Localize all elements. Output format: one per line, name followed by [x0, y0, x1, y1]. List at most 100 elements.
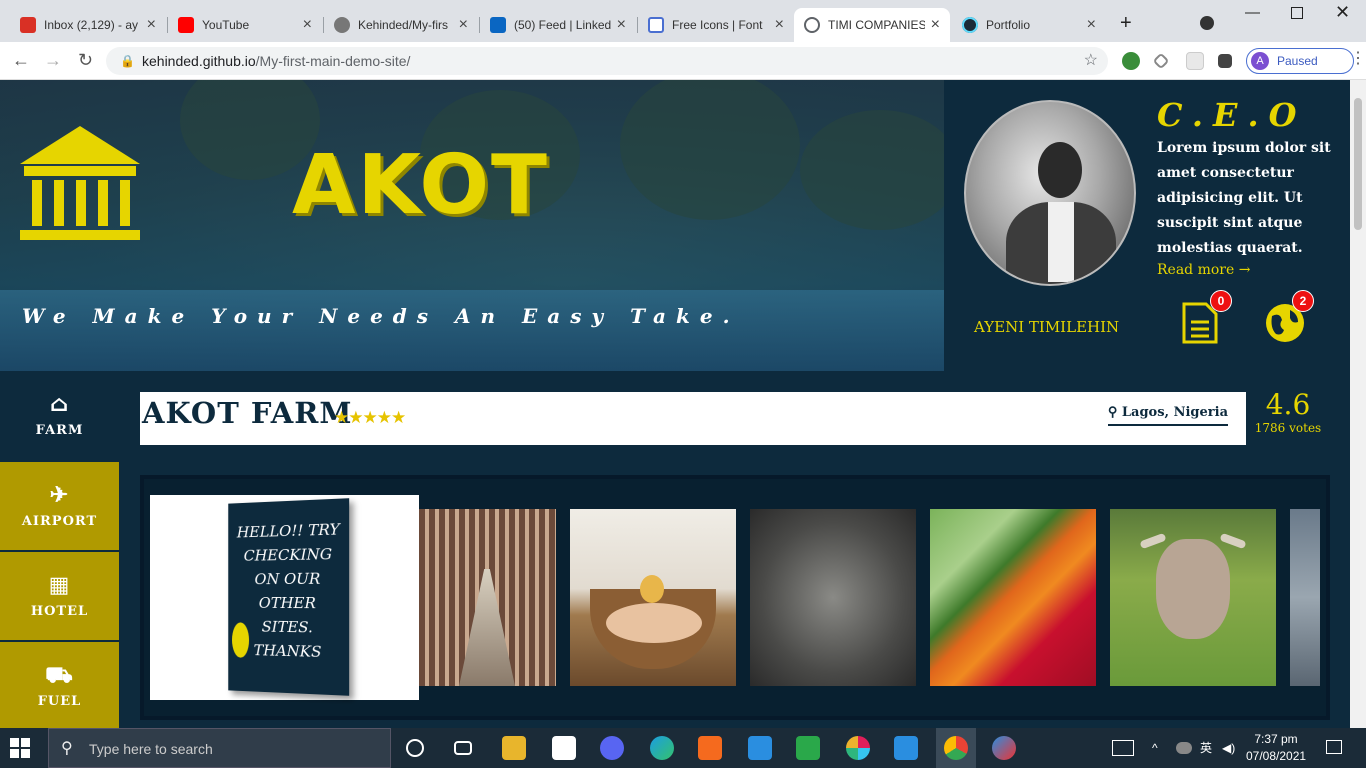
tab-label: Kehinded/My-firs: [358, 18, 449, 32]
close-icon[interactable]: ×: [459, 16, 468, 34]
back-icon[interactable]: ←: [12, 50, 30, 71]
windows-taskbar: ⚲ Type here to search ^ 英 ◀) 7:37 pm 07/…: [0, 728, 1366, 768]
map-pin-icon: ⚲: [1107, 405, 1118, 420]
star-rating: ★★★★★: [334, 408, 406, 427]
clock-date: 07/08/2021: [1246, 749, 1307, 763]
task-view-icon[interactable]: [454, 741, 472, 755]
slack-icon[interactable]: [846, 736, 870, 760]
read-more-link[interactable]: Read more →: [1157, 262, 1250, 278]
sidebar-item-label: FUEL: [37, 693, 82, 709]
tab-timi-companies[interactable]: TIMI COMPANIES ×: [794, 8, 950, 42]
scrollbar-thumb[interactable]: [1354, 98, 1362, 230]
gmail-icon: [20, 17, 36, 33]
web-page: AKOT We Make Your Needs An Easy Take. C.…: [0, 80, 1350, 728]
tab-github[interactable]: Kehinded/My-firs ×: [324, 8, 478, 42]
gallery-image-catfish[interactable]: [750, 509, 916, 686]
tab-label: (50) Feed | Linked: [514, 18, 611, 32]
extension-square-icon[interactable]: [1186, 52, 1204, 70]
gallery-image-vegetables[interactable]: [930, 509, 1096, 686]
sidebar-item-label: HOTEL: [30, 603, 89, 619]
ceo-bio: Lorem ipsum dolor sit amet consectetur a…: [1157, 140, 1331, 256]
notifications-icon[interactable]: [1326, 740, 1342, 754]
keyboard-icon[interactable]: [1112, 740, 1134, 756]
cloud-icon[interactable]: [1176, 742, 1192, 754]
edge-icon[interactable]: [650, 736, 674, 760]
extensions-puzzle-icon[interactable]: [1218, 54, 1232, 68]
chevron-up-icon[interactable]: ^: [1152, 728, 1158, 768]
sidebar-item-farm[interactable]: ⌂ FARM: [0, 371, 119, 460]
gallery-image-poultry-house[interactable]: [419, 509, 556, 686]
close-icon[interactable]: ×: [147, 16, 156, 34]
home-icon: ⌂: [49, 391, 70, 417]
page-scrollbar[interactable]: [1350, 80, 1366, 728]
url-bar[interactable]: 🔒 kehinded.github.io/My-first-main-demo-…: [106, 47, 1108, 75]
maximize-icon[interactable]: [1291, 7, 1303, 19]
tab-portfolio[interactable]: Portfolio ×: [952, 8, 1106, 42]
gallery-image-fish[interactable]: [1290, 509, 1320, 686]
close-icon[interactable]: ×: [303, 16, 312, 34]
close-icon[interactable]: ×: [931, 16, 940, 34]
vscode-icon[interactable]: [894, 736, 918, 760]
slogan: We Make Your Needs An Easy Take.: [22, 304, 740, 328]
sidebar-item-airport[interactable]: ✈ AIRPORT: [0, 462, 119, 551]
plane-icon: ✈: [49, 481, 70, 508]
windows-start-icon[interactable]: [10, 738, 30, 758]
close-icon[interactable]: ×: [1087, 16, 1096, 34]
profile-button[interactable]: A Paused: [1246, 48, 1354, 74]
tab-label: Free Icons | Font: [672, 18, 763, 32]
ceo-title: C.E.O: [1157, 96, 1307, 134]
mail-icon[interactable]: [748, 736, 772, 760]
close-icon[interactable]: ×: [617, 16, 626, 34]
network-icon[interactable]: 英: [1200, 728, 1212, 768]
bookmark-star-icon[interactable]: ☆: [1084, 47, 1098, 75]
bank-temple-icon: [20, 126, 140, 240]
search-placeholder: Type here to search: [89, 741, 213, 757]
tab-gmail[interactable]: Inbox (2,129) - ay ×: [10, 8, 166, 42]
ceo-panel: C.E.O Lorem ipsum dolor sit amet consect…: [944, 80, 1350, 371]
fiddler-icon[interactable]: [992, 736, 1016, 760]
reload-icon[interactable]: ↻: [78, 50, 93, 71]
youtube-icon: [178, 17, 194, 33]
documents-button[interactable]: 0: [1182, 290, 1232, 346]
photo-gallery: HELLO!! TRY CHECKING ON OUR OTHER SITES.…: [140, 475, 1330, 720]
avatar: A: [1251, 52, 1269, 70]
new-tab-button[interactable]: +: [1120, 12, 1132, 35]
extension-v-icon[interactable]: [1152, 52, 1170, 70]
sidebar-item-fuel[interactable]: ⛟ FUEL: [0, 642, 119, 728]
tab-label: Inbox (2,129) - ay: [44, 18, 139, 32]
rating-score: 4.6: [1265, 388, 1311, 421]
ceo-name: AYENI TIMILEHIN: [974, 318, 1120, 336]
url-path: /My-first-main-demo-site/: [255, 53, 411, 69]
tab-font-awesome[interactable]: Free Icons | Font ×: [638, 8, 794, 42]
cortana-icon[interactable]: [406, 739, 424, 757]
tab-youtube[interactable]: YouTube ×: [168, 8, 322, 42]
discord-icon[interactable]: [600, 736, 624, 760]
lock-icon[interactable]: 🔒: [120, 47, 135, 75]
hello-card: HELLO!! TRY CHECKING ON OUR OTHER SITES.…: [150, 495, 419, 700]
upwork-icon[interactable]: [796, 736, 820, 760]
extension-globe-icon[interactable]: [1122, 52, 1140, 70]
file-explorer-icon[interactable]: [502, 736, 526, 760]
volume-icon[interactable]: ◀): [1222, 728, 1235, 768]
menu-dots-icon[interactable]: ⋮: [1350, 48, 1366, 68]
minimize-icon[interactable]: —: [1245, 4, 1260, 21]
tab-linkedin[interactable]: (50) Feed | Linked ×: [480, 8, 636, 42]
gallery-image-cow[interactable]: [1110, 509, 1276, 686]
notification-badge: 0: [1210, 290, 1232, 312]
sidebar-item-hotel[interactable]: ▦ HOTEL: [0, 552, 119, 641]
taskbar-search[interactable]: ⚲ Type here to search: [48, 728, 391, 768]
url-host: kehinded.github.io: [142, 53, 256, 69]
store-icon[interactable]: [552, 736, 576, 760]
chrome-icon[interactable]: [944, 736, 968, 760]
window-close-icon[interactable]: ✕: [1335, 2, 1350, 23]
location-link[interactable]: ⚲ Lagos, Nigeria: [1107, 405, 1228, 426]
gallery-image-eggs-basket[interactable]: [570, 509, 736, 686]
forward-icon[interactable]: →: [44, 50, 62, 71]
tab-search-icon[interactable]: [1200, 16, 1214, 30]
globe-button[interactable]: 2: [1264, 290, 1314, 346]
xampp-icon[interactable]: [698, 736, 722, 760]
taskbar-clock[interactable]: 7:37 pm 07/08/2021: [1246, 731, 1306, 765]
tab-label: TIMI COMPANIES: [828, 18, 925, 32]
notification-badge: 2: [1292, 290, 1314, 312]
close-icon[interactable]: ×: [775, 16, 784, 34]
